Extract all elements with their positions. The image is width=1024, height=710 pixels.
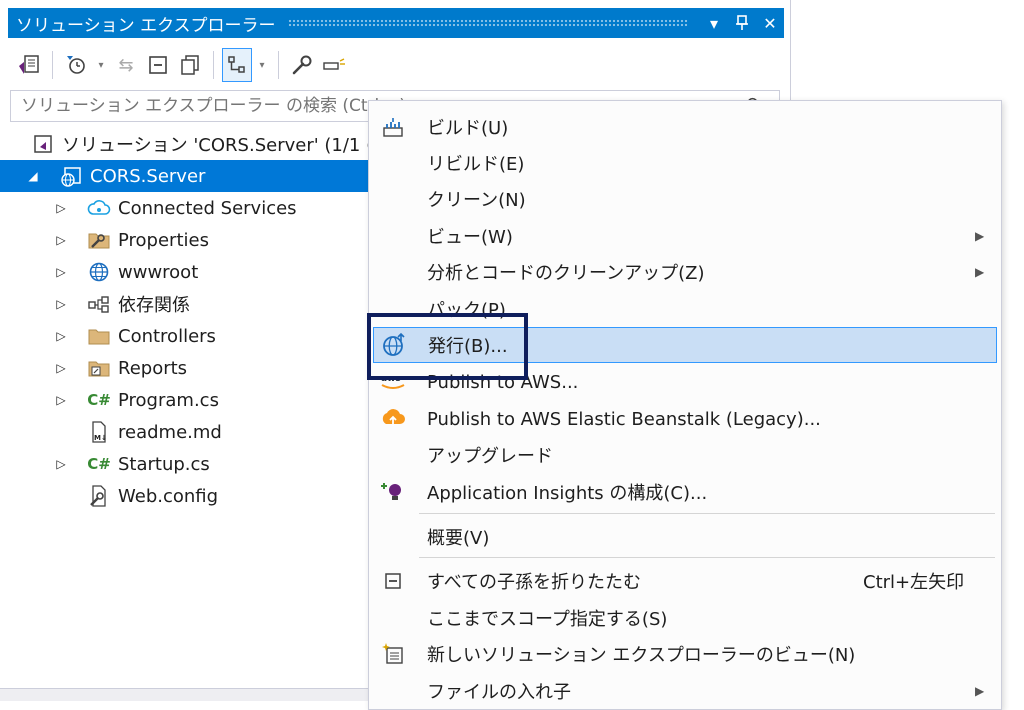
tree-label: CORS.Server [90,165,206,187]
collapsed-arrow-icon[interactable]: ▷ [54,233,68,247]
tree-label: Web.config [118,485,219,507]
panel-title-bar: ソリューション エクスプローラー ▾ ✕ [8,8,784,38]
menu-item-rebuild[interactable]: リビルド(E) [369,145,1001,181]
menu-item-analyze-cleanup[interactable]: 分析とコードのクリーンアップ(Z) ▶ [369,254,1001,290]
submenu-arrow-icon: ▶ [975,265,985,279]
menu-item-file-nesting[interactable]: ファイルの入れ子 ▶ [369,673,1001,709]
svg-text:M↓: M↓ [94,434,107,442]
menu-label: ファイルの入れ子 [427,682,571,703]
markdown-file-icon: M↓ [86,420,112,444]
menu-label: すべての子孫を折りたたむ [427,572,642,593]
menu-item-view[interactable]: ビュー(W) ▶ [369,218,1001,254]
close-icon[interactable]: ✕ [756,8,784,38]
submenu-arrow-icon: ▶ [975,229,985,243]
folder-icon [86,324,112,348]
pending-changes-filter-icon[interactable] [61,48,91,82]
menu-label: 新しいソリューション エクスプローラーのビュー(N) [427,645,856,666]
toolbar-separator [278,51,279,79]
reports-folder-icon [86,356,112,380]
tree-label: Startup.cs [118,453,210,475]
properties-folder-icon [86,228,112,252]
menu-shortcut: Ctrl+左矢印 [863,572,965,593]
collapsed-arrow-icon[interactable]: ▷ [54,265,68,279]
expanded-arrow-icon[interactable]: ◢ [26,169,40,183]
collapse-icon [377,565,409,597]
tree-label: 依存関係 [118,295,190,316]
menu-item-build[interactable]: ビルド(U) [369,109,1001,145]
preview-selected-items-icon[interactable] [319,48,349,82]
menu-item-scope-to-this[interactable]: ここまでスコープ指定する(S) [369,600,1001,636]
menu-label: Application Insights の構成(C)... [427,483,708,504]
aws-beanstalk-icon [377,403,409,435]
csharp-file-icon: C# [87,391,111,409]
menu-item-publish-aws-beanstalk[interactable]: Publish to AWS Elastic Beanstalk (Legacy… [369,401,1001,437]
filter-dropdown-icon[interactable]: ▾ [93,48,109,82]
web-project-icon [58,164,84,188]
csharp-file-icon: C# [87,455,111,473]
menu-item-overview[interactable]: 概要(V) [369,519,1001,555]
tree-label: ソリューション 'CORS.Server' (1/1 のプ [62,135,403,156]
bottom-panel-edge [0,688,368,701]
menu-label: クリーン(N) [427,190,526,211]
context-menu: ビルド(U) リビルド(E) クリーン(N) ビュー(W) ▶ 分析とコードのク… [368,100,1002,710]
properties-dropdown-icon[interactable]: ▾ [254,48,270,82]
connected-services-icon [86,196,112,220]
dependencies-icon [86,292,112,316]
properties-icon[interactable] [222,48,252,82]
tree-label: Connected Services [118,197,297,219]
menu-label: リビルド(E) [427,154,525,175]
panel-options-icon[interactable]: ▾ [700,8,728,38]
collapsed-arrow-icon[interactable]: ▷ [54,393,68,407]
title-grip[interactable] [287,19,688,27]
tree-label: readme.md [118,421,222,443]
submenu-arrow-icon: ▶ [975,684,985,698]
pin-icon[interactable] [728,8,756,38]
switch-views-icon[interactable] [14,48,44,82]
collapsed-arrow-icon[interactable]: ▷ [54,457,68,471]
menu-label: アップグレード [427,446,553,467]
collapse-all-icon[interactable] [143,48,173,82]
tree-label: wwwroot [118,261,199,283]
globe-icon [86,260,112,284]
menu-item-upgrade[interactable]: アップグレード [369,437,1001,473]
menu-separator [419,557,995,558]
menu-item-new-solution-explorer-view[interactable]: 新しいソリューション エクスプローラーのビュー(N) [369,636,1001,672]
tree-label: Program.cs [118,389,219,411]
tree-label: Reports [118,357,188,379]
menu-item-application-insights[interactable]: Application Insights の構成(C)... [369,474,1001,510]
panel-title: ソリューション エクスプローラー [16,15,276,36]
menu-item-collapse-all-descendants[interactable]: すべての子孫を折りたたむ Ctrl+左矢印 [369,563,1001,599]
wrench-icon[interactable] [287,48,317,82]
collapsed-arrow-icon[interactable]: ▷ [54,297,68,311]
menu-label: ビュー(W) [427,227,513,248]
build-icon [377,111,409,143]
show-all-files-icon[interactable] [175,48,205,82]
collapsed-arrow-icon[interactable]: ▷ [54,329,68,343]
collapsed-arrow-icon[interactable]: ▷ [54,201,68,215]
annotation-highlight-box [367,313,528,380]
menu-label: 分析とコードのクリーンアップ(Z) [427,263,705,284]
solution-icon [30,132,56,156]
menu-item-clean[interactable]: クリーン(N) [369,181,1001,217]
application-insights-icon [377,476,409,508]
new-view-icon [377,638,409,670]
menu-label: Publish to AWS Elastic Beanstalk (Legacy… [427,408,821,430]
sync-with-document-icon[interactable]: ⇆ [111,48,141,82]
config-file-icon [86,484,112,508]
menu-separator [419,513,995,514]
tree-label: Controllers [118,325,216,347]
toolbar-separator [213,51,214,79]
panel-toolbar: ▾ ⇆ ▾ [8,42,784,88]
menu-label: ビルド(U) [427,118,509,139]
tree-row-project[interactable]: ◢ CORS.Server [0,160,398,192]
tree-label: Properties [118,229,209,251]
toolbar-separator [52,51,53,79]
menu-label: 概要(V) [427,528,490,549]
menu-label: ここまでスコープ指定する(S) [427,609,668,630]
collapsed-arrow-icon[interactable]: ▷ [54,361,68,375]
